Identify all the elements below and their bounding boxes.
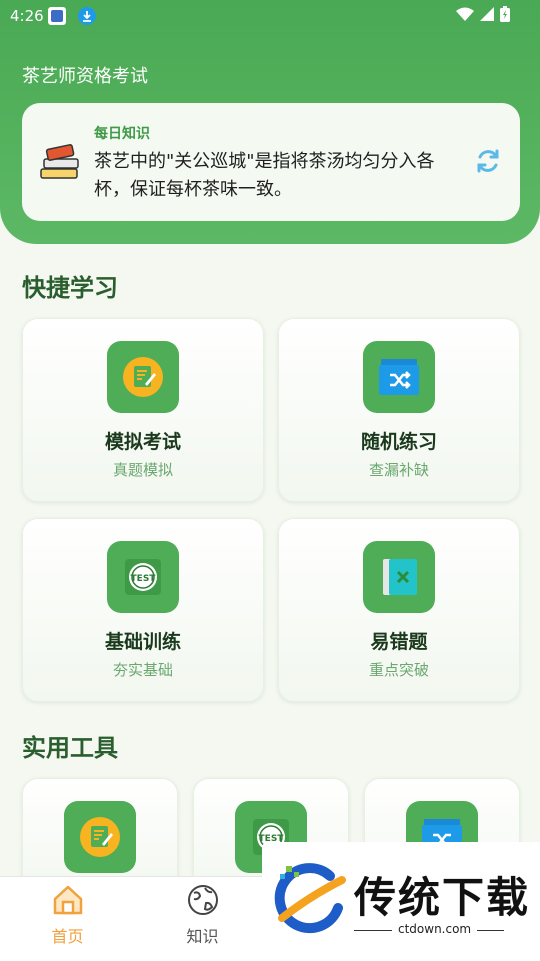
basic-training-card[interactable]: TEST 基础训练 夯实基础	[22, 518, 264, 702]
globe-icon	[186, 883, 220, 921]
home-icon	[51, 883, 85, 921]
tab-home[interactable]: 首页	[0, 877, 135, 961]
card-subtitle: 重点突破	[368, 661, 429, 679]
tab-knowledge-label: 知识	[186, 927, 219, 946]
daily-title: 每日知识	[94, 126, 150, 142]
download-notification-icon	[78, 7, 96, 25]
svg-text:TEST: TEST	[131, 574, 157, 584]
battery-icon	[500, 6, 510, 26]
books-icon	[38, 139, 82, 187]
exam-pencil-icon	[107, 341, 179, 413]
daily-text: 茶艺中的"关公巡城"是指将茶汤均匀分入各杯，保证每杯茶味一致。	[94, 151, 435, 200]
card-subtitle: 真题模拟	[112, 461, 173, 479]
card-subtitle: 查漏补缺	[368, 461, 429, 479]
error-questions-card[interactable]: 易错题 重点突破	[278, 518, 520, 702]
card-title: 模拟考试	[104, 431, 181, 453]
quick-study-heading: 快捷学习	[22, 274, 118, 302]
app-title: 茶艺师资格考试	[22, 66, 148, 87]
card-subtitle: 夯实基础	[112, 661, 173, 679]
notification-app-icon	[48, 7, 66, 25]
card-title: 随机练习	[360, 431, 437, 453]
wifi-icon	[456, 7, 474, 25]
tab-knowledge[interactable]: 知识	[135, 877, 270, 961]
mock-exam-card[interactable]: 模拟考试 真题模拟	[22, 318, 264, 502]
tools-heading: 实用工具	[22, 734, 118, 762]
card-title: 易错题	[370, 631, 428, 653]
header-banner: 茶艺师资格考试 每日知识 茶艺中的"关公巡城"是指将茶汤均匀分入各杯，保证每杯茶…	[0, 0, 540, 244]
card-title: 基础训练	[104, 631, 181, 653]
tab-home-label: 首页	[51, 927, 84, 946]
watermark-brand: 传统下载	[354, 873, 531, 922]
status-time: 4:26	[10, 7, 44, 25]
refresh-icon[interactable]	[474, 147, 502, 179]
error-book-icon	[363, 541, 435, 613]
status-bar: 4:26	[0, 0, 540, 32]
watermark-url: ctdown.com	[392, 922, 478, 936]
watermark-logo-icon	[272, 862, 348, 942]
exam-pencil-icon	[64, 801, 136, 873]
daily-knowledge-card[interactable]: 每日知识 茶艺中的"关公巡城"是指将茶汤均匀分入各杯，保证每杯茶味一致。	[22, 103, 520, 221]
shuffle-icon	[363, 341, 435, 413]
test-badge-icon: TEST	[107, 541, 179, 613]
signal-icon	[480, 7, 494, 25]
random-practice-card[interactable]: 随机练习 查漏补缺	[278, 318, 520, 502]
watermark-overlay: 传统下载 ctdown.com	[262, 842, 540, 960]
